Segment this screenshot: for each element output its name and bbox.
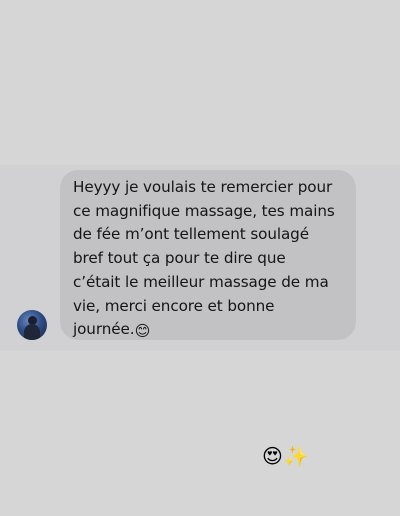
message-line-text: journée. [73,320,135,339]
contact-avatar[interactable] [17,310,47,340]
message-reaction[interactable]: 😍 ✨ [262,444,309,468]
smiling-face-icon: 😊 [134,322,151,341]
incoming-message-bubble[interactable]: Heyyy je voulais te remercier pour ce ma… [60,170,356,340]
message-line: Heyyy je voulais te remercier pour [73,178,333,196]
message-line: c’était le meilleur massage de ma [73,272,329,291]
message-line: bref tout ça pour te dire que [73,249,286,268]
bottom-background [0,351,400,516]
message-line: vie, merci encore et bonne [73,296,275,315]
message-line: de fée m’ont tellement soulagé [73,225,309,244]
message-last-line: journée.😊 [73,318,346,344]
message-line: ce magnifique massage, tes mains [73,201,335,220]
heart-eyes-icon: 😍 [262,444,283,468]
top-background [0,0,400,165]
avatar-figure-body [24,324,40,340]
sparkles-icon: ✨ [283,444,309,468]
